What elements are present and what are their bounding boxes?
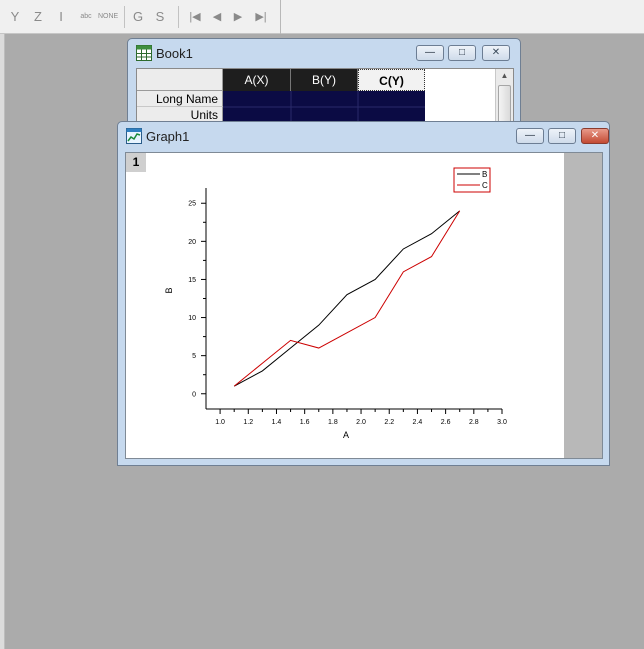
workspace-edge [0, 34, 5, 649]
x-tick-label: 2.8 [469, 419, 479, 426]
close-icon: ✕ [491, 47, 501, 58]
x-tick-label: 2.0 [356, 419, 366, 426]
set-as-error-button[interactable]: I [55, 8, 67, 26]
maximize-icon: □ [558, 130, 566, 141]
graph1-window[interactable]: Graph1 — □ ✕ 1.0 1.2 1.4 1.6 1.8 2.0 2.2 2.4 2.6… [117, 121, 610, 466]
x-tick-label: 1.4 [272, 419, 282, 426]
close-button[interactable]: ✕ [482, 45, 510, 61]
set-as-y-button[interactable]: Y [8, 8, 22, 26]
column-header-b[interactable]: B(Y) [291, 69, 358, 91]
legend-label-c: C [482, 181, 488, 190]
minimize-icon: — [425, 47, 435, 58]
toolbar-separator [124, 6, 125, 28]
minimize-button[interactable]: — [416, 45, 444, 61]
close-icon: ✕ [590, 130, 600, 141]
close-button[interactable]: ✕ [581, 128, 609, 144]
set-as-group-button[interactable]: G [131, 8, 145, 26]
y-tick-label: 20 [188, 239, 196, 246]
line-chart[interactable]: 1.0 1.2 1.4 1.6 1.8 2.0 2.2 2.4 2.6 2.8 3.0 0 5 10 15 2… [126, 153, 564, 458]
last-layer-icon[interactable]: ▶| [251, 8, 271, 26]
toolbar: Y Z I abc NONE G S |◀ ◀ ▶ ▶| [0, 0, 644, 34]
scroll-up-icon[interactable]: ▲ [496, 71, 513, 80]
graph-client-area[interactable]: 1.0 1.2 1.4 1.6 1.8 2.0 2.2 2.4 2.6 2.8 3.0 0 5 10 15 2… [125, 152, 603, 459]
book1-title: Book1 [156, 46, 193, 61]
x-tick-label: 1.0 [215, 419, 225, 426]
column-header-c[interactable]: C(Y) [358, 69, 425, 91]
x-tick-label: 2.2 [384, 419, 394, 426]
minimize-button[interactable]: — [516, 128, 544, 144]
set-as-z-button[interactable]: Z [31, 8, 45, 26]
first-layer-icon[interactable]: |◀ [185, 8, 205, 26]
graph1-titlebar[interactable]: Graph1 — □ ✕ [118, 122, 609, 150]
x-axis-title: A [343, 430, 349, 440]
series-line-b [233, 210, 461, 387]
set-as-none-button[interactable]: NONE [98, 8, 118, 26]
column-header-a[interactable]: A(X) [223, 69, 291, 91]
x-tick-label: 1.6 [300, 419, 310, 426]
set-as-subject-button[interactable]: S [153, 8, 167, 26]
graph-page[interactable]: 1.0 1.2 1.4 1.6 1.8 2.0 2.2 2.4 2.6 2.8 3.0 0 5 10 15 2… [126, 153, 564, 458]
x-tick-label: 3.0 [497, 419, 507, 426]
toolbar-separator [178, 6, 179, 28]
y-tick-label: 10 [188, 315, 196, 322]
previous-layer-icon[interactable]: ◀ [209, 8, 225, 26]
x-tick-label: 2.6 [441, 419, 451, 426]
worksheet-toolbar: Y Z I abc NONE G S |◀ ◀ ▶ ▶| [0, 0, 281, 34]
graph1-title: Graph1 [146, 129, 190, 144]
maximize-icon: □ [458, 47, 466, 58]
maximize-button[interactable]: □ [548, 128, 576, 144]
y-tick-label: 25 [188, 201, 196, 208]
y-tick-label: 0 [192, 391, 196, 398]
book1-titlebar[interactable]: Book1 — □ ✕ [128, 39, 520, 67]
y-tick-label: 15 [188, 277, 196, 284]
graph-icon [126, 128, 142, 144]
worksheet-icon [136, 45, 152, 61]
legend-label-b: B [482, 170, 487, 179]
next-layer-icon[interactable]: ▶ [230, 8, 246, 26]
layer-indicator[interactable]: 1 [126, 153, 146, 172]
x-tick-label: 1.2 [243, 419, 253, 426]
grid-corner[interactable] [137, 69, 223, 91]
x-tick-label: 1.8 [328, 419, 338, 426]
y-axis-title: B [164, 287, 174, 293]
y-tick-label: 5 [192, 353, 196, 360]
x-tick-label: 2.4 [413, 419, 423, 426]
minimize-icon: — [525, 130, 535, 141]
row-header-long-name[interactable]: Long Name [137, 91, 223, 107]
set-as-label-button[interactable]: abc [76, 8, 96, 26]
maximize-button[interactable]: □ [448, 45, 476, 61]
